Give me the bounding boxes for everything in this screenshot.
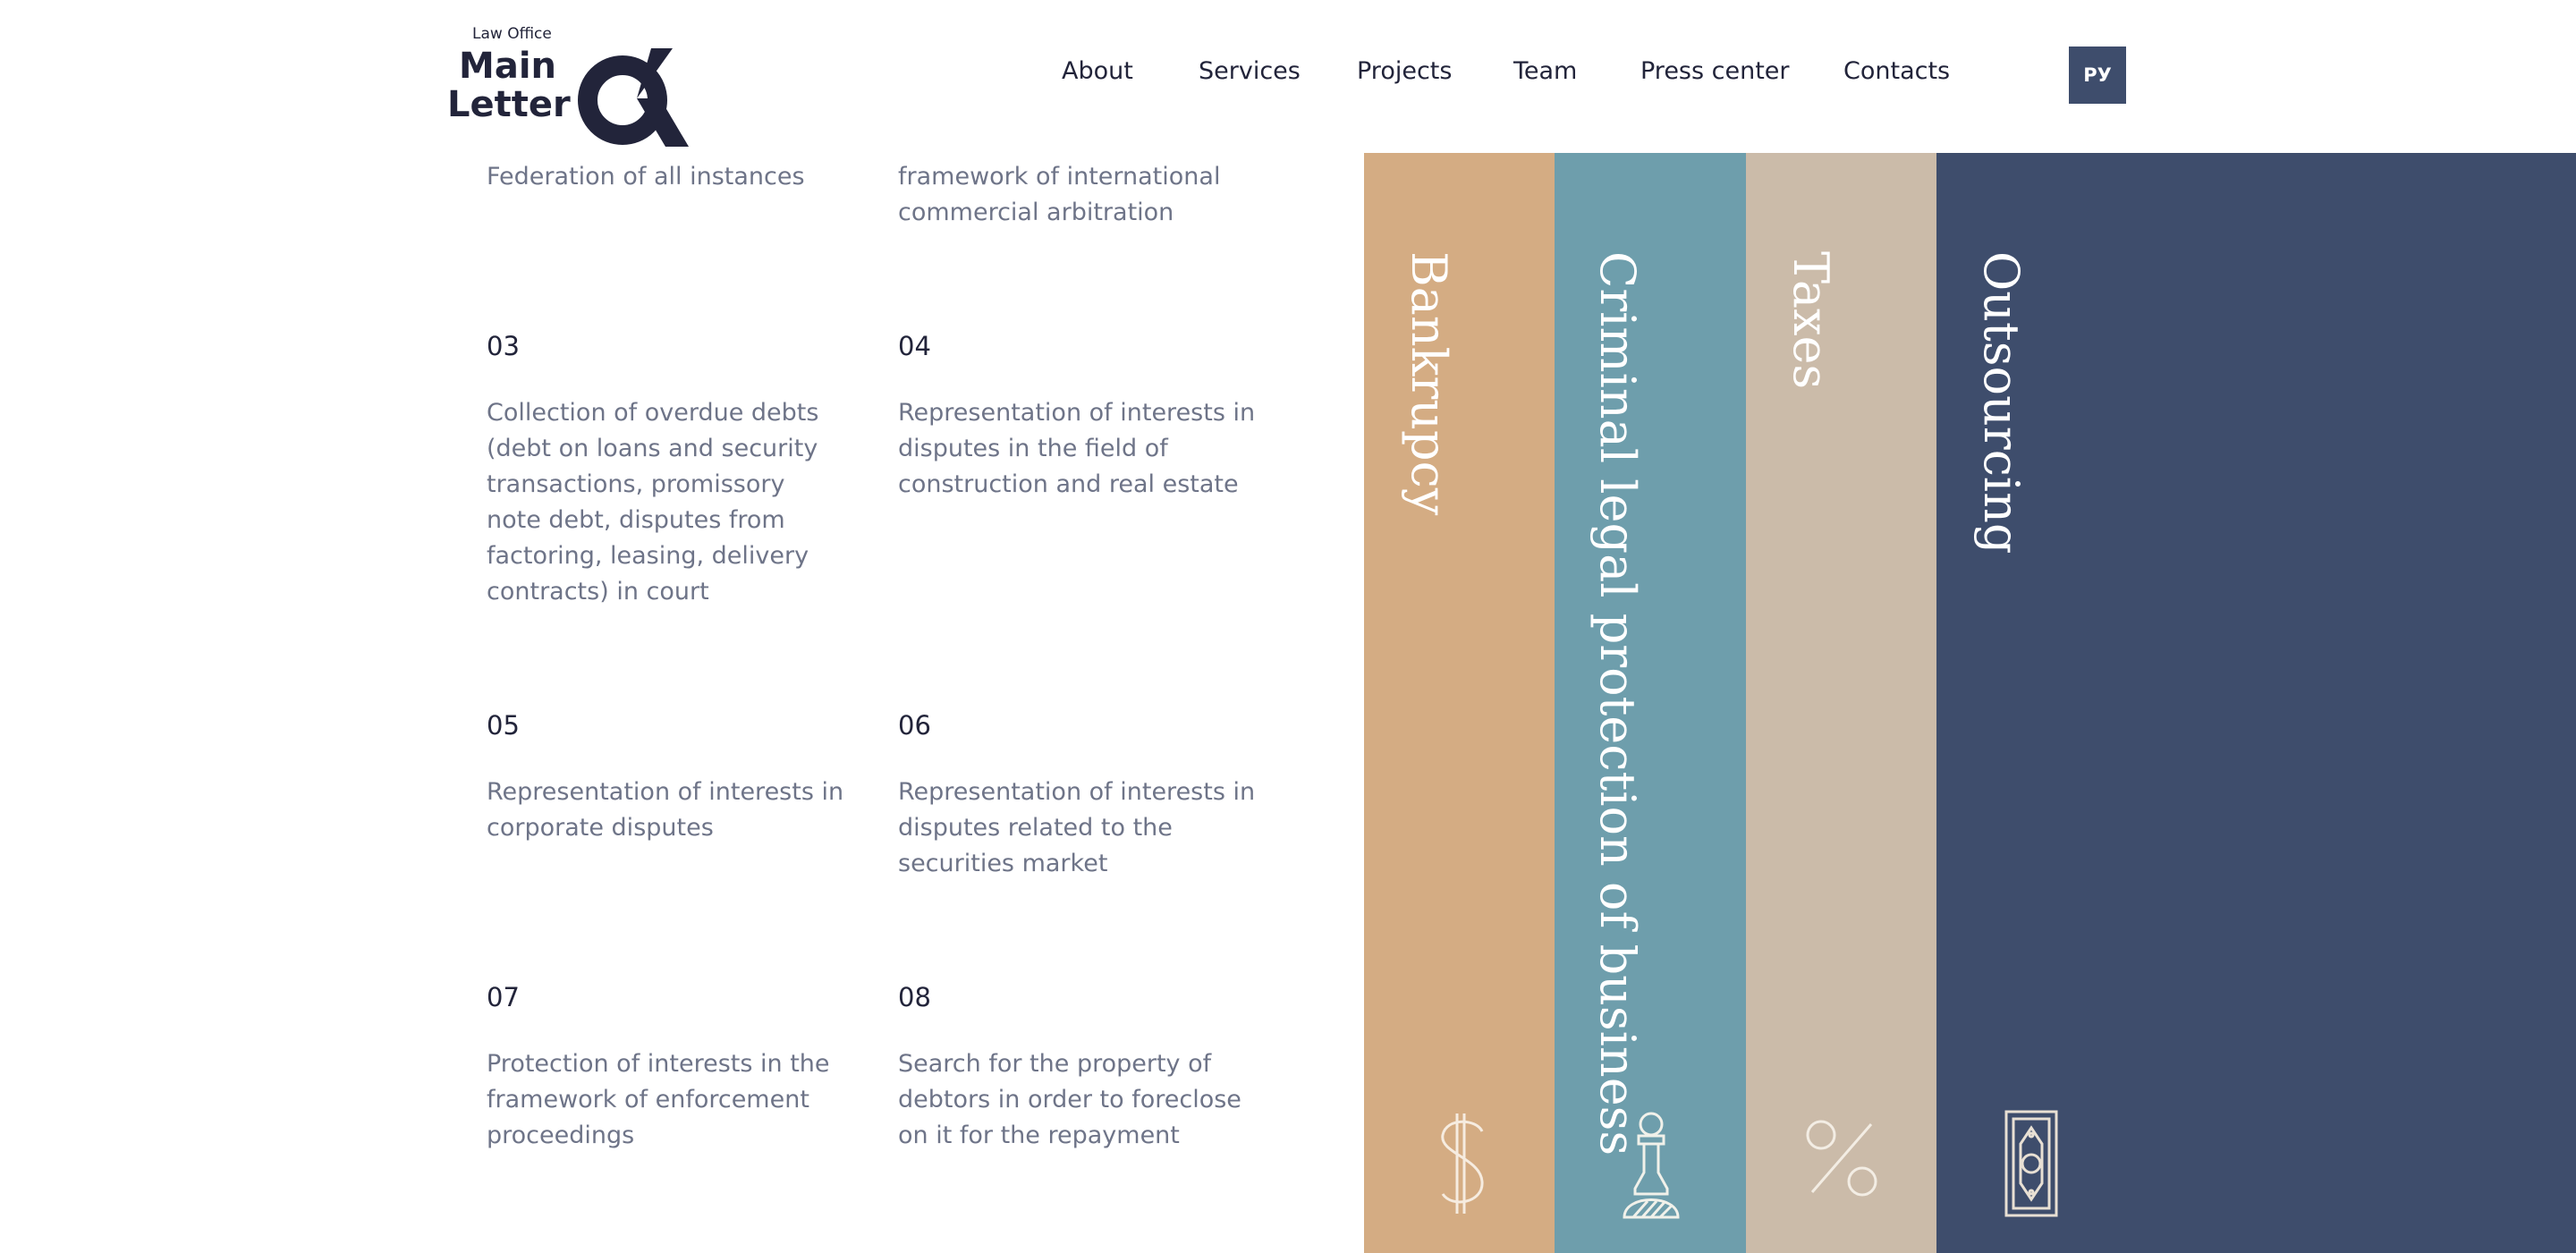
nav-about[interactable]: About	[1062, 57, 1133, 85]
dollar-icon	[1441, 1113, 1484, 1214]
nav-contacts[interactable]: Contacts	[1843, 57, 1950, 85]
service-text-02: framework of international commercial ar…	[898, 163, 1221, 226]
language-switch-button[interactable]: РУ	[2069, 47, 2126, 104]
logo-name: Main Letter	[447, 46, 571, 125]
practice-column-taxes[interactable]: Taxes	[1746, 153, 1936, 1253]
service-text-04: Representation of interests in disputes …	[898, 399, 1256, 498]
logo-name-line1: Main	[459, 46, 556, 87]
alpha-logo-icon	[578, 48, 689, 147]
logo-subtitle: Law Office	[472, 25, 552, 43]
logo[interactable]: Law Office Main Letter	[447, 23, 689, 147]
service-text-06: Representation of interests in disputes …	[898, 778, 1256, 877]
nav-team[interactable]: Team	[1513, 57, 1577, 85]
service-text-07: Protection of interests in the framework…	[487, 1050, 830, 1149]
practice-column-criminal[interactable]: Criminal legal protection of business	[1555, 153, 1746, 1253]
service-text-01: Federation of all instances	[487, 163, 805, 190]
service-number-06: 06	[898, 710, 931, 741]
chess-piece-icon	[1623, 1112, 1680, 1219]
service-number-08: 08	[898, 982, 931, 1012]
nav-services[interactable]: Services	[1199, 57, 1301, 85]
practice-column-outsourcing[interactable]: Outsourcing	[1936, 153, 2576, 1253]
site-header: Law Office Main Letter About Services Pr…	[0, 0, 2576, 153]
service-number-04: 04	[898, 331, 931, 361]
service-text-03: Collection of overdue debts (debt on loa…	[487, 399, 819, 605]
banknote-icon	[2004, 1110, 2058, 1217]
service-text-05: Representation of interests in corporate…	[487, 778, 844, 842]
practice-column-bankruptcy[interactable]: Bankrupcy	[1364, 153, 1555, 1253]
practice-title-outsourcing: Outsourcing	[1973, 251, 2029, 555]
nav-projects[interactable]: Projects	[1357, 57, 1452, 85]
service-number-03: 03	[487, 331, 520, 361]
service-number-07: 07	[487, 982, 520, 1012]
service-number-05: 05	[487, 710, 520, 741]
practice-title-taxes: Taxes	[1783, 251, 1839, 390]
logo-name-line2: Letter	[447, 84, 571, 125]
nav-press-center[interactable]: Press center	[1640, 57, 1790, 85]
percent-icon	[1806, 1120, 1877, 1197]
service-text-08: Search for the property of debtors in or…	[898, 1050, 1241, 1149]
practice-title-criminal: Criminal legal protection of business	[1589, 251, 1646, 1156]
practice-title-bankruptcy: Bankrupcy	[1401, 251, 1457, 516]
services-list: Federation of all instances framework of…	[0, 0, 1342, 1253]
